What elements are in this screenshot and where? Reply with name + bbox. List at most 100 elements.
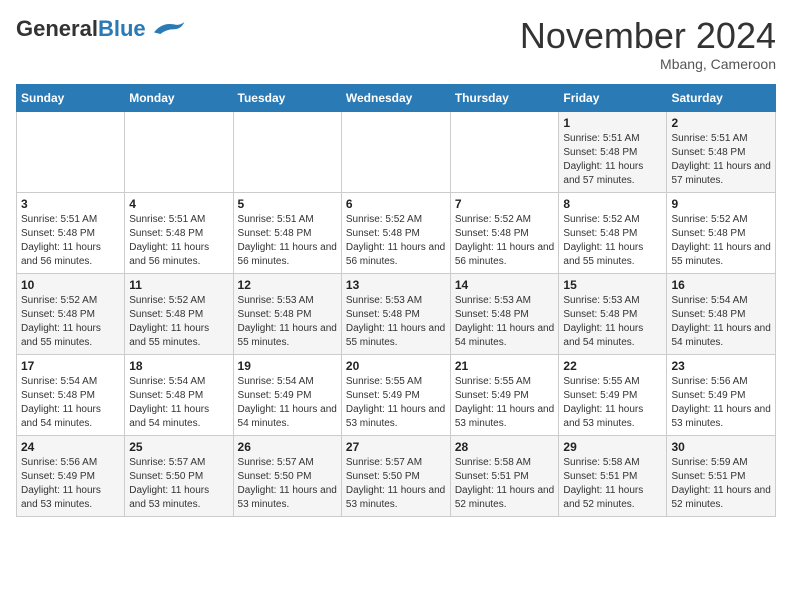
day-info: Sunrise: 5:51 AM Sunset: 5:48 PM Dayligh… bbox=[238, 213, 337, 269]
day-info: Sunrise: 5:52 AM Sunset: 5:48 PM Dayligh… bbox=[21, 294, 120, 350]
calendar-cell bbox=[233, 111, 341, 192]
day-number: 6 bbox=[346, 197, 446, 211]
day-info: Sunrise: 5:51 AM Sunset: 5:48 PM Dayligh… bbox=[671, 132, 771, 188]
day-number: 27 bbox=[346, 440, 446, 454]
calendar-cell: 25 Sunrise: 5:57 AM Sunset: 5:50 PM Dayli… bbox=[125, 435, 233, 516]
calendar-header-thursday: Thursday bbox=[450, 84, 559, 111]
day-number: 30 bbox=[671, 440, 771, 454]
day-info: Sunrise: 5:52 AM Sunset: 5:48 PM Dayligh… bbox=[346, 213, 446, 269]
day-number: 25 bbox=[129, 440, 228, 454]
calendar-cell: 29 Sunrise: 5:58 AM Sunset: 5:51 PM Dayli… bbox=[559, 435, 667, 516]
day-info: Sunrise: 5:54 AM Sunset: 5:48 PM Dayligh… bbox=[21, 375, 120, 431]
day-info: Sunrise: 5:51 AM Sunset: 5:48 PM Dayligh… bbox=[21, 213, 120, 269]
calendar-header-wednesday: Wednesday bbox=[341, 84, 450, 111]
day-number: 8 bbox=[563, 197, 662, 211]
day-info: Sunrise: 5:53 AM Sunset: 5:48 PM Dayligh… bbox=[238, 294, 337, 350]
day-number: 17 bbox=[21, 359, 120, 373]
day-info: Sunrise: 5:55 AM Sunset: 5:49 PM Dayligh… bbox=[563, 375, 662, 431]
day-info: Sunrise: 5:55 AM Sunset: 5:49 PM Dayligh… bbox=[455, 375, 555, 431]
calendar-header-monday: Monday bbox=[125, 84, 233, 111]
day-info: Sunrise: 5:53 AM Sunset: 5:48 PM Dayligh… bbox=[563, 294, 662, 350]
calendar-cell: 18 Sunrise: 5:54 AM Sunset: 5:48 PM Dayli… bbox=[125, 354, 233, 435]
day-number: 14 bbox=[455, 278, 555, 292]
calendar-cell: 23 Sunrise: 5:56 AM Sunset: 5:49 PM Dayli… bbox=[667, 354, 776, 435]
calendar-cell bbox=[450, 111, 559, 192]
day-number: 16 bbox=[671, 278, 771, 292]
day-number: 12 bbox=[238, 278, 337, 292]
day-info: Sunrise: 5:52 AM Sunset: 5:48 PM Dayligh… bbox=[129, 294, 228, 350]
day-info: Sunrise: 5:56 AM Sunset: 5:49 PM Dayligh… bbox=[671, 375, 771, 431]
day-number: 3 bbox=[21, 197, 120, 211]
day-info: Sunrise: 5:53 AM Sunset: 5:48 PM Dayligh… bbox=[455, 294, 555, 350]
day-info: Sunrise: 5:55 AM Sunset: 5:49 PM Dayligh… bbox=[346, 375, 446, 431]
calendar-cell: 10 Sunrise: 5:52 AM Sunset: 5:48 PM Dayli… bbox=[17, 273, 125, 354]
day-info: Sunrise: 5:53 AM Sunset: 5:48 PM Dayligh… bbox=[346, 294, 446, 350]
calendar-cell: 24 Sunrise: 5:56 AM Sunset: 5:49 PM Dayli… bbox=[17, 435, 125, 516]
calendar-cell: 26 Sunrise: 5:57 AM Sunset: 5:50 PM Dayli… bbox=[233, 435, 341, 516]
calendar-week-4: 24 Sunrise: 5:56 AM Sunset: 5:49 PM Dayli… bbox=[17, 435, 776, 516]
calendar-cell: 1Sunrise: 5:51 AM Sunset: 5:48 PM Daylig… bbox=[559, 111, 667, 192]
calendar-cell: 3 Sunrise: 5:51 AM Sunset: 5:48 PM Daylig… bbox=[17, 192, 125, 273]
day-info: Sunrise: 5:58 AM Sunset: 5:51 PM Dayligh… bbox=[563, 456, 662, 512]
day-number: 26 bbox=[238, 440, 337, 454]
calendar-cell: 21Sunrise: 5:55 AM Sunset: 5:49 PM Dayli… bbox=[450, 354, 559, 435]
calendar-cell: 22 Sunrise: 5:55 AM Sunset: 5:49 PM Dayli… bbox=[559, 354, 667, 435]
day-number: 19 bbox=[238, 359, 337, 373]
day-info: Sunrise: 5:52 AM Sunset: 5:48 PM Dayligh… bbox=[563, 213, 662, 269]
calendar-cell bbox=[125, 111, 233, 192]
day-info: Sunrise: 5:57 AM Sunset: 5:50 PM Dayligh… bbox=[238, 456, 337, 512]
page-header: General Blue November 2024 Mbang, Camero… bbox=[16, 16, 776, 72]
day-number: 13 bbox=[346, 278, 446, 292]
day-number: 23 bbox=[671, 359, 771, 373]
day-info: Sunrise: 5:51 AM Sunset: 5:48 PM Dayligh… bbox=[129, 213, 228, 269]
calendar-week-3: 17 Sunrise: 5:54 AM Sunset: 5:48 PM Dayli… bbox=[17, 354, 776, 435]
logo-blue-text: Blue bbox=[98, 16, 146, 42]
calendar-cell bbox=[341, 111, 450, 192]
day-info: Sunrise: 5:52 AM Sunset: 5:48 PM Dayligh… bbox=[671, 213, 771, 269]
day-number: 28 bbox=[455, 440, 555, 454]
calendar-cell: 17 Sunrise: 5:54 AM Sunset: 5:48 PM Dayli… bbox=[17, 354, 125, 435]
calendar-cell: 27Sunrise: 5:57 AM Sunset: 5:50 PM Dayli… bbox=[341, 435, 450, 516]
calendar-cell: 28 Sunrise: 5:58 AM Sunset: 5:51 PM Dayli… bbox=[450, 435, 559, 516]
day-number: 24 bbox=[21, 440, 120, 454]
title-block: November 2024 Mbang, Cameroon bbox=[520, 16, 776, 72]
day-number: 4 bbox=[129, 197, 228, 211]
day-number: 10 bbox=[21, 278, 120, 292]
month-title: November 2024 bbox=[520, 16, 776, 56]
calendar-cell: 7Sunrise: 5:52 AM Sunset: 5:48 PM Daylig… bbox=[450, 192, 559, 273]
calendar-week-1: 3 Sunrise: 5:51 AM Sunset: 5:48 PM Daylig… bbox=[17, 192, 776, 273]
calendar-cell: 20Sunrise: 5:55 AM Sunset: 5:49 PM Dayli… bbox=[341, 354, 450, 435]
calendar-header-sunday: Sunday bbox=[17, 84, 125, 111]
day-number: 2 bbox=[671, 116, 771, 130]
calendar-cell: 5Sunrise: 5:51 AM Sunset: 5:48 PM Daylig… bbox=[233, 192, 341, 273]
calendar-cell: 16 Sunrise: 5:54 AM Sunset: 5:48 PM Dayli… bbox=[667, 273, 776, 354]
calendar-cell: 4 Sunrise: 5:51 AM Sunset: 5:48 PM Daylig… bbox=[125, 192, 233, 273]
calendar-cell: 12 Sunrise: 5:53 AM Sunset: 5:48 PM Dayli… bbox=[233, 273, 341, 354]
day-number: 7 bbox=[455, 197, 555, 211]
day-number: 11 bbox=[129, 278, 228, 292]
day-info: Sunrise: 5:54 AM Sunset: 5:48 PM Dayligh… bbox=[671, 294, 771, 350]
calendar-table: SundayMondayTuesdayWednesdayThursdayFrid… bbox=[16, 84, 776, 517]
calendar-week-2: 10 Sunrise: 5:52 AM Sunset: 5:48 PM Dayli… bbox=[17, 273, 776, 354]
day-number: 29 bbox=[563, 440, 662, 454]
calendar-cell: 8 Sunrise: 5:52 AM Sunset: 5:48 PM Daylig… bbox=[559, 192, 667, 273]
day-number: 22 bbox=[563, 359, 662, 373]
day-info: Sunrise: 5:58 AM Sunset: 5:51 PM Dayligh… bbox=[455, 456, 555, 512]
calendar-cell: 15 Sunrise: 5:53 AM Sunset: 5:48 PM Dayli… bbox=[559, 273, 667, 354]
logo: General Blue bbox=[16, 16, 186, 42]
day-info: Sunrise: 5:56 AM Sunset: 5:49 PM Dayligh… bbox=[21, 456, 120, 512]
day-number: 9 bbox=[671, 197, 771, 211]
calendar-cell: 19Sunrise: 5:54 AM Sunset: 5:49 PM Dayli… bbox=[233, 354, 341, 435]
day-number: 1 bbox=[563, 116, 662, 130]
day-info: Sunrise: 5:54 AM Sunset: 5:48 PM Dayligh… bbox=[129, 375, 228, 431]
day-number: 15 bbox=[563, 278, 662, 292]
calendar-cell: 6 Sunrise: 5:52 AM Sunset: 5:48 PM Daylig… bbox=[341, 192, 450, 273]
calendar-header-tuesday: Tuesday bbox=[233, 84, 341, 111]
calendar-cell bbox=[17, 111, 125, 192]
day-info: Sunrise: 5:57 AM Sunset: 5:50 PM Dayligh… bbox=[129, 456, 228, 512]
logo-bird-icon bbox=[146, 18, 186, 38]
calendar-cell: 11 Sunrise: 5:52 AM Sunset: 5:48 PM Dayli… bbox=[125, 273, 233, 354]
calendar-cell: 9 Sunrise: 5:52 AM Sunset: 5:48 PM Daylig… bbox=[667, 192, 776, 273]
day-info: Sunrise: 5:59 AM Sunset: 5:51 PM Dayligh… bbox=[671, 456, 771, 512]
day-number: 18 bbox=[129, 359, 228, 373]
